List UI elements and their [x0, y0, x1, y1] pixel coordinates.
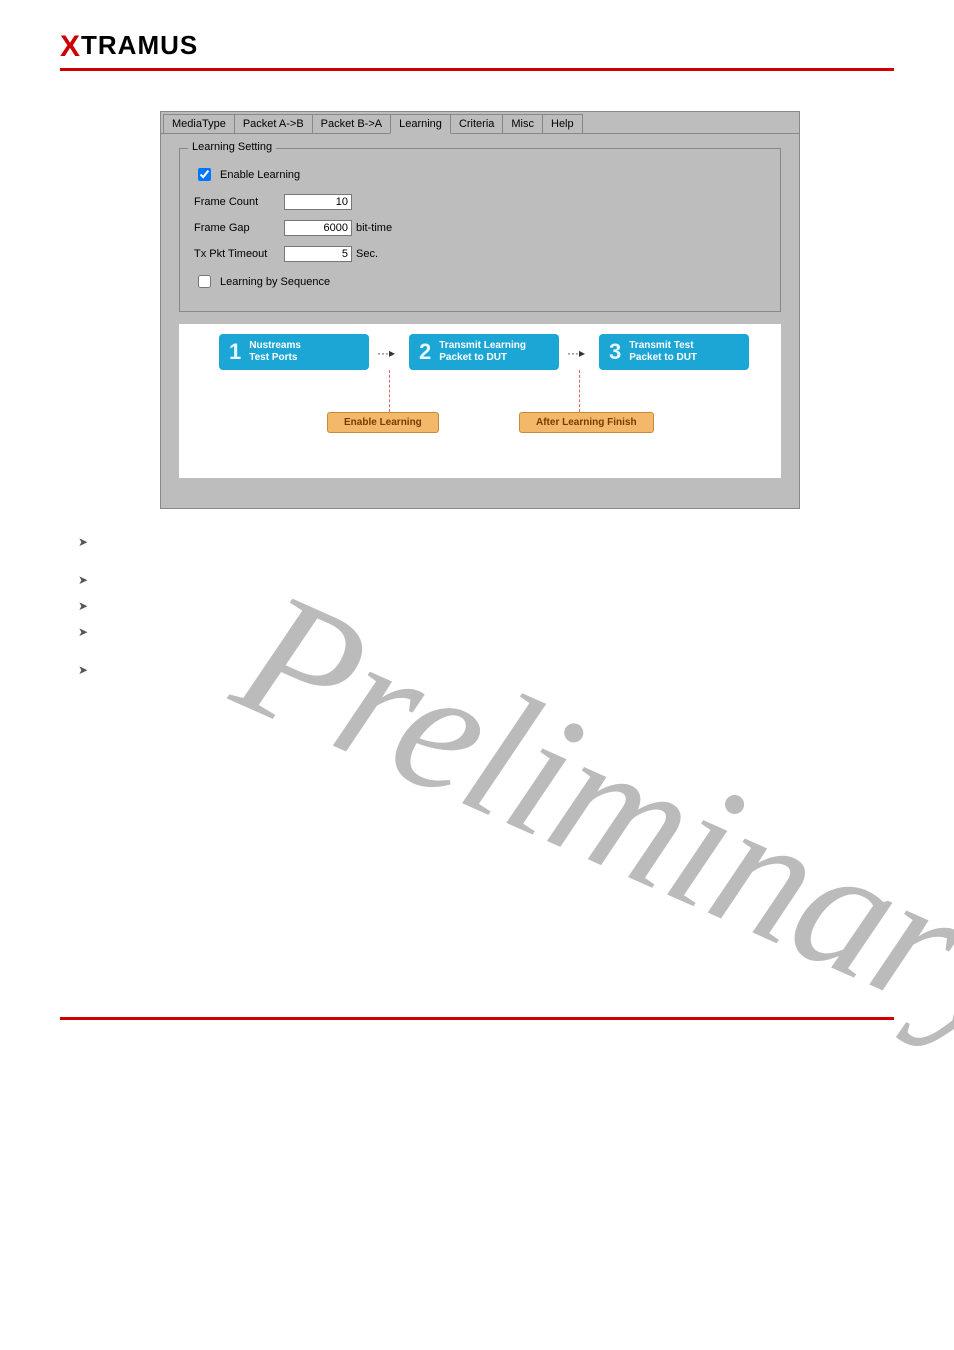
frame-gap-label: Frame Gap [194, 222, 284, 234]
group-legend: Learning Setting [188, 141, 276, 153]
tab-bar: MediaType Packet A->B Packet B->A Learni… [161, 112, 799, 134]
step2-line2: Packet to DUT [439, 352, 507, 363]
flow-step-2: 2 Transmit LearningPacket to DUT [409, 334, 559, 370]
flow-step-1: 1 NustreamsTest Ports [219, 334, 369, 370]
step3-line1: Transmit Test [629, 340, 693, 351]
bullet-icon: ➤ [78, 573, 98, 587]
panel: Learning Setting Enable Learning Frame C… [161, 134, 799, 508]
list-item: ➤ [78, 599, 894, 613]
logo: XTRAMUS [60, 30, 894, 64]
frame-count-label: Frame Count [194, 196, 284, 208]
screenshot: MediaType Packet A->B Packet B->A Learni… [160, 111, 800, 509]
bullet-icon: ➤ [78, 535, 98, 561]
tx-timeout-label: Tx Pkt Timeout [194, 248, 284, 260]
tab-misc[interactable]: Misc [502, 114, 543, 133]
list-item: ➤ [78, 663, 894, 677]
step2-line1: Transmit Learning [439, 340, 526, 351]
enable-learning-checkbox[interactable] [198, 168, 211, 181]
flow-diagram: 1 NustreamsTest Ports ···▸ 2 Transmit Le… [179, 324, 781, 478]
tab-learning[interactable]: Learning [390, 114, 451, 134]
step3-number: 3 [599, 339, 629, 365]
arrow-1: ···▸ [377, 346, 395, 360]
tab-packet-ba[interactable]: Packet B->A [312, 114, 391, 133]
learning-setting-group: Learning Setting Enable Learning Frame C… [179, 148, 781, 312]
logo-x: X [60, 30, 81, 63]
list-item: ➤ [78, 625, 894, 651]
bullet-icon: ➤ [78, 599, 98, 613]
enable-learning-label: Enable Learning [220, 169, 300, 181]
dotted-line-2 [579, 370, 580, 412]
flow-step-3: 3 Transmit TestPacket to DUT [599, 334, 749, 370]
learning-by-sequence-label: Learning by Sequence [220, 276, 330, 288]
dotted-line-1 [389, 370, 390, 412]
footer-rule [60, 1017, 894, 1020]
logo-text: TRAMUS [81, 30, 198, 60]
header-rule [60, 68, 894, 71]
dialog-window: MediaType Packet A->B Packet B->A Learni… [160, 111, 800, 509]
list-item: ➤ [78, 573, 894, 587]
frame-count-input[interactable] [284, 194, 352, 210]
flow-label-enable: Enable Learning [327, 412, 439, 433]
flow-label-after: After Learning Finish [519, 412, 654, 433]
frame-gap-input[interactable] [284, 220, 352, 236]
tab-mediatype[interactable]: MediaType [163, 114, 235, 133]
step3-line2: Packet to DUT [629, 352, 697, 363]
tab-help[interactable]: Help [542, 114, 583, 133]
tx-timeout-input[interactable] [284, 246, 352, 262]
list-item: ➤ [78, 535, 894, 561]
tx-timeout-unit: Sec. [356, 248, 378, 260]
bullet-list: ➤ ➤ ➤ ➤ ➤ [78, 535, 894, 677]
step1-number: 1 [219, 339, 249, 365]
bullet-icon: ➤ [78, 663, 98, 677]
step2-number: 2 [409, 339, 439, 365]
learning-by-sequence-checkbox[interactable] [198, 275, 211, 288]
frame-gap-unit: bit-time [356, 222, 392, 234]
bullet-icon: ➤ [78, 625, 98, 651]
step1-line2: Test Ports [249, 352, 297, 363]
tab-packet-ab[interactable]: Packet A->B [234, 114, 313, 133]
arrow-2: ···▸ [567, 346, 585, 360]
step1-line1: Nustreams [249, 340, 301, 351]
tab-criteria[interactable]: Criteria [450, 114, 503, 133]
